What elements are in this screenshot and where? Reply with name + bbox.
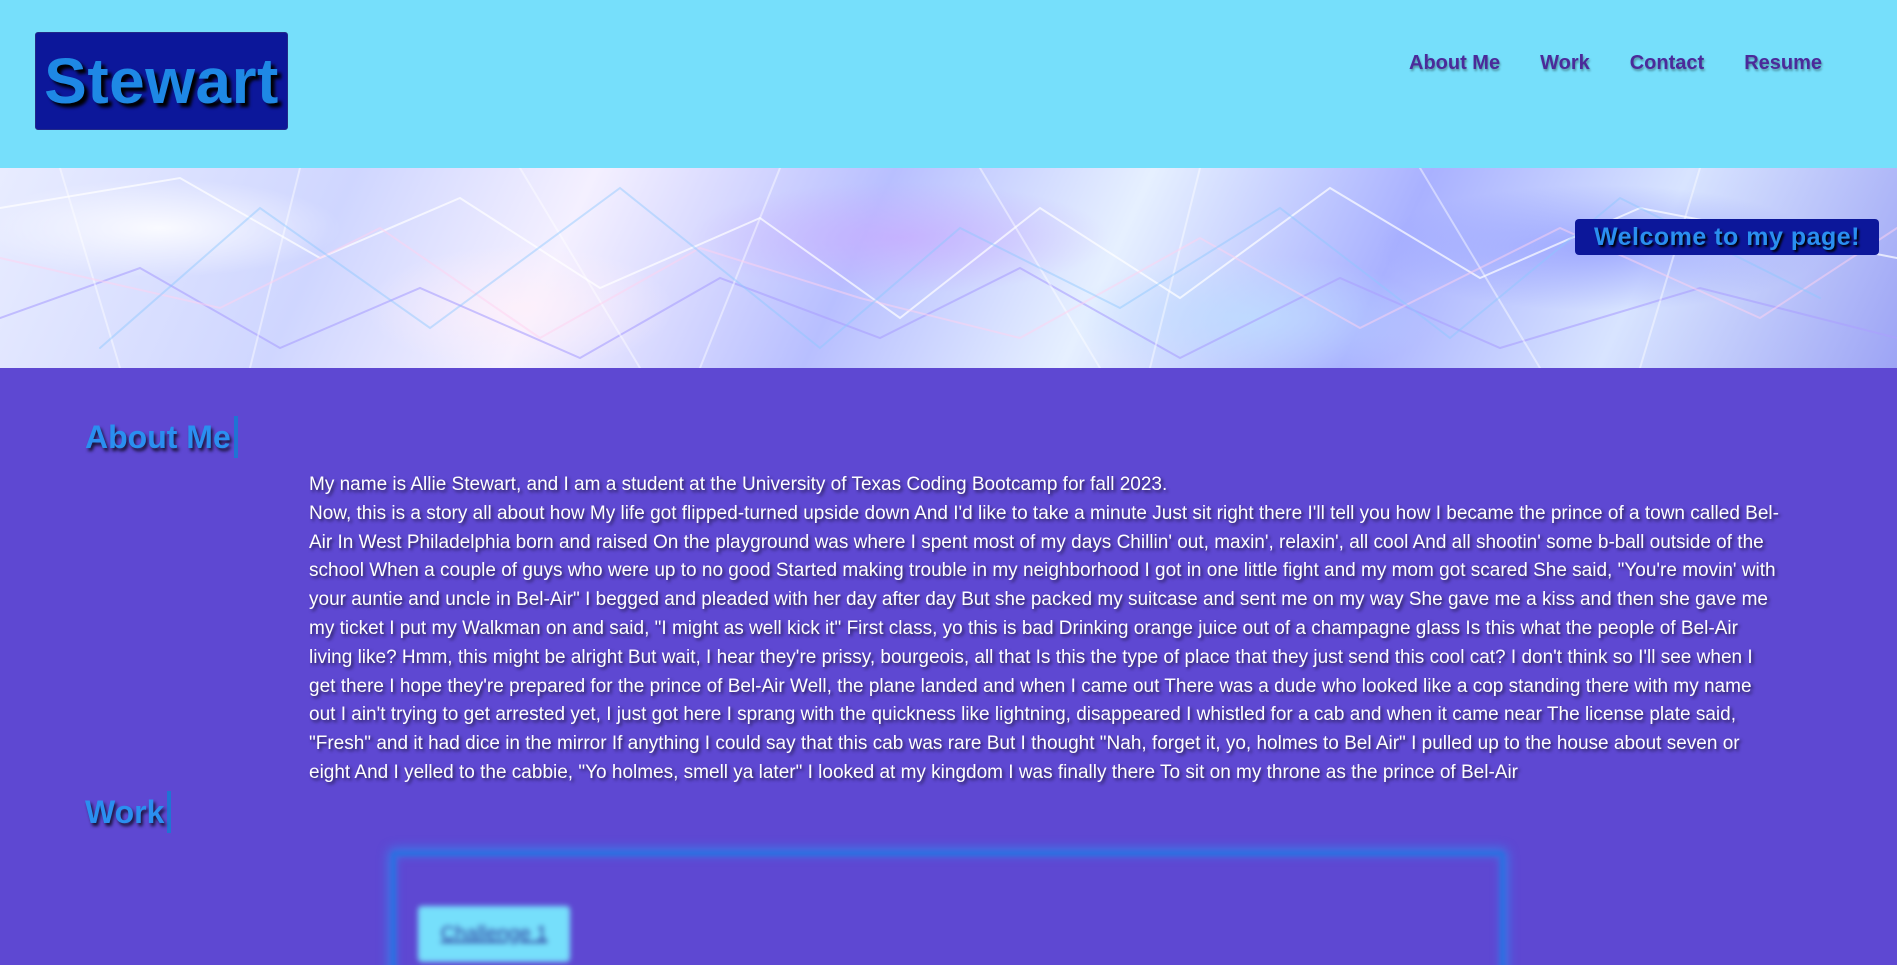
welcome-badge: Welcome to my page! — [1574, 219, 1879, 255]
main-nav: About Me Work Contact Resume — [1409, 52, 1822, 75]
about-story: Now, this is a story all about how My li… — [309, 502, 1779, 783]
about-me-text: My name is Allie Stewart, and I am a stu… — [309, 471, 1779, 788]
work-heading: Work — [85, 791, 172, 833]
challenge-1-button[interactable]: Challenge 1 — [418, 906, 570, 962]
site-header: Stewart About Me Work Contact Resume — [0, 0, 1897, 168]
holographic-background-image — [0, 168, 1897, 368]
nav-link-about-me[interactable]: About Me — [1409, 52, 1500, 75]
about-intro: My name is Allie Stewart, and I am a stu… — [309, 474, 1168, 495]
hero-banner: Welcome to my page! — [0, 168, 1897, 368]
about-me-heading: About Me — [85, 416, 238, 458]
work-card: Challenge 1 — [391, 851, 1505, 965]
nav-link-work[interactable]: Work — [1540, 52, 1590, 75]
logo[interactable]: Stewart — [35, 32, 288, 130]
nav-link-contact[interactable]: Contact — [1630, 52, 1704, 75]
nav-link-resume[interactable]: Resume — [1744, 52, 1822, 75]
